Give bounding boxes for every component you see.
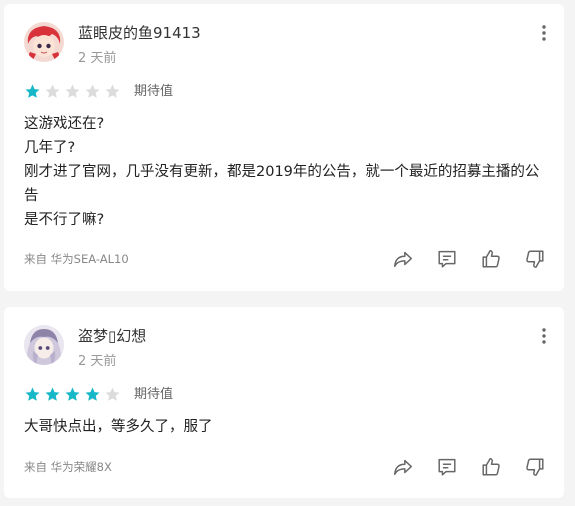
- share-icon[interactable]: [392, 248, 414, 270]
- review-line: 刚才进了官网，几乎没有更新，都是2019年的公告，就一个最近的招募主播的公告: [24, 164, 540, 204]
- star-empty-icon: [85, 84, 100, 98]
- thumbs-up-icon[interactable]: [480, 248, 502, 270]
- review-line: 大哥快点出，等多久了，服了: [24, 419, 213, 435]
- comment-icon[interactable]: [436, 248, 458, 270]
- timestamp: 2 天前: [78, 51, 117, 66]
- star-filled-icon: [65, 387, 80, 401]
- review-line: 几年了?: [24, 140, 76, 156]
- star-filled-icon: [85, 387, 100, 401]
- username[interactable]: 蓝眼皮的鱼91413: [78, 22, 201, 43]
- star-empty-icon: [45, 84, 60, 98]
- more-icon[interactable]: [538, 22, 550, 44]
- avatar[interactable]: [24, 22, 64, 62]
- thumbs-down-icon[interactable]: [524, 456, 546, 478]
- comment-icon[interactable]: [436, 456, 458, 478]
- timestamp: 2 天前: [78, 354, 117, 369]
- star-filled-icon: [25, 84, 40, 98]
- review-card: 蓝眼皮的鱼91413 2 天前 期待值 这游戏还在? 几年了? 刚才进了官网，几…: [4, 4, 564, 291]
- action-bar: [370, 248, 546, 270]
- thumbs-down-icon[interactable]: [524, 248, 546, 270]
- share-icon[interactable]: [392, 456, 414, 478]
- username[interactable]: 盗梦▯幻想: [78, 325, 146, 346]
- review-text: 大哥快点出，等多久了，服了: [24, 415, 546, 439]
- thumbs-up-icon[interactable]: [480, 456, 502, 478]
- star-filled-icon: [25, 387, 40, 401]
- rating-label: 期待值: [134, 387, 174, 402]
- rating-label: 期待值: [134, 84, 174, 99]
- review-line: 这游戏还在?: [24, 116, 105, 132]
- star-rating: [24, 81, 124, 101]
- review-text: 这游戏还在? 几年了? 刚才进了官网，几乎没有更新，都是2019年的公告，就一个…: [24, 112, 546, 232]
- star-empty-icon: [65, 84, 80, 98]
- star-empty-icon: [105, 84, 120, 98]
- star-rating: [24, 384, 124, 404]
- device-info: 来自 华为荣耀8X: [24, 460, 112, 474]
- star-filled-icon: [45, 387, 60, 401]
- review-card: 盗梦▯幻想 2 天前 期待值 大哥快点出，等多久了，服了 来自 华为荣耀8X: [4, 307, 564, 498]
- avatar[interactable]: [24, 325, 64, 365]
- more-icon[interactable]: [538, 325, 550, 347]
- device-info: 来自 华为SEA-AL10: [24, 252, 129, 266]
- action-bar: [370, 456, 546, 478]
- star-empty-icon: [105, 387, 120, 401]
- review-line: 是不行了嘛?: [24, 212, 105, 228]
